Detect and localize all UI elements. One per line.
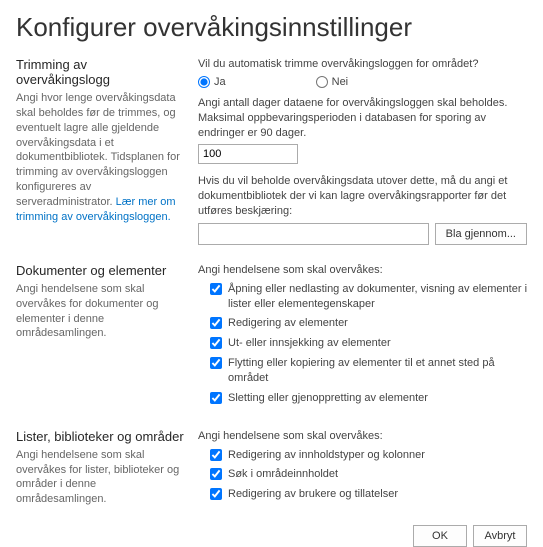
radio-no-label: Nei xyxy=(332,76,349,88)
lists-heading: Lister, biblioteker og områder xyxy=(16,429,184,444)
check-doc-move[interactable] xyxy=(210,357,222,369)
library-input[interactable] xyxy=(198,223,429,245)
lists-checklist: Redigering av innholdstyper og kolonner … xyxy=(198,448,527,503)
documents-prompt: Angi hendelsene som skal overvåkes: xyxy=(198,263,527,278)
check-doc-edit[interactable] xyxy=(210,317,222,329)
lists-prompt: Angi hendelsene som skal overvåkes: xyxy=(198,429,527,444)
documents-checklist: Åpning eller nedlasting av dokumenter, v… xyxy=(198,282,527,406)
radio-yes[interactable] xyxy=(198,76,210,88)
check-list-users-label: Redigering av brukere og tillatelser xyxy=(228,487,398,502)
ok-button[interactable]: OK xyxy=(413,525,467,547)
check-doc-open[interactable] xyxy=(210,283,222,295)
page-title: Konfigurer overvåkingsinnstillinger xyxy=(16,12,527,43)
days-input[interactable] xyxy=(198,144,298,164)
check-list-contenttypes[interactable] xyxy=(210,449,222,461)
section-lists: Lister, biblioteker og områder Angi hend… xyxy=(16,429,527,507)
trimming-heading: Trimming av overvåkingslogg xyxy=(16,57,184,87)
section-documents: Dokumenter og elementer Angi hendelsene … xyxy=(16,263,527,411)
radio-yes-label: Ja xyxy=(214,76,226,88)
check-list-search[interactable] xyxy=(210,468,222,480)
footer-buttons: OK Avbryt xyxy=(16,525,527,547)
cancel-button[interactable]: Avbryt xyxy=(473,525,527,547)
check-list-search-label: Søk i områdeinnholdet xyxy=(228,467,338,482)
check-doc-checkout[interactable] xyxy=(210,337,222,349)
check-doc-edit-label: Redigering av elementer xyxy=(228,316,348,331)
check-doc-checkout-label: Ut- eller innsjekking av elementer xyxy=(228,336,391,351)
check-list-contenttypes-label: Redigering av innholdstyper og kolonner xyxy=(228,448,425,463)
days-question: Angi antall dager dataene for overvåking… xyxy=(198,96,527,141)
documents-heading: Dokumenter og elementer xyxy=(16,263,184,278)
section-trimming: Trimming av overvåkingslogg Angi hvor le… xyxy=(16,57,527,245)
check-list-users[interactable] xyxy=(210,488,222,500)
trimming-desc: Angi hvor lenge overvåkingsdata skal beh… xyxy=(16,91,184,225)
library-question: Hvis du vil beholde overvåkingsdata utov… xyxy=(198,174,527,219)
auto-trim-question: Vil du automatisk trimme overvåkingslogg… xyxy=(198,57,527,72)
auto-trim-radios: Ja Nei xyxy=(198,76,527,88)
radio-no[interactable] xyxy=(316,76,328,88)
check-doc-delete[interactable] xyxy=(210,392,222,404)
trimming-desc-text: Angi hvor lenge overvåkingsdata skal beh… xyxy=(16,92,180,208)
documents-desc: Angi hendelsene som skal overvåkes for d… xyxy=(16,282,184,341)
check-doc-open-label: Åpning eller nedlasting av dokumenter, v… xyxy=(228,282,527,312)
browse-button[interactable]: Bla gjennom... xyxy=(435,223,527,245)
check-doc-delete-label: Sletting eller gjenoppretting av element… xyxy=(228,391,428,406)
check-doc-move-label: Flytting eller kopiering av elementer ti… xyxy=(228,356,527,386)
lists-desc: Angi hendelsene som skal overvåkes for l… xyxy=(16,448,184,507)
